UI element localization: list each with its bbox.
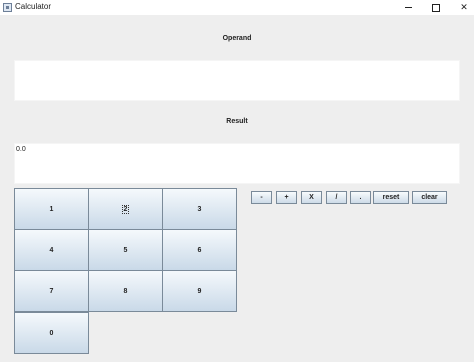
key-6-button[interactable]: 6 [162,229,237,271]
app-icon [3,3,12,12]
maximize-button[interactable] [422,0,450,15]
operand-label: Operand [222,35,252,42]
key-2-label: 2 [121,204,130,214]
key-8-button[interactable]: 8 [88,270,163,312]
key-2-button[interactable]: 2 [88,188,163,230]
key-1-label: 1 [49,205,54,213]
result-field[interactable]: 0.0 [14,143,460,184]
key-3-button[interactable]: 3 [162,188,237,230]
key-0-label: 0 [49,329,54,337]
minus-button[interactable]: - [251,191,272,204]
decimal-button[interactable]: . [350,191,371,204]
key-9-button[interactable]: 9 [162,270,237,312]
key-5-label: 5 [123,246,128,254]
close-icon: ✕ [460,2,468,12]
close-button[interactable]: ✕ [450,0,474,15]
key-7-button[interactable]: 7 [14,270,89,312]
key-6-label: 6 [197,246,202,254]
clear-button[interactable]: clear [412,191,447,204]
result-label: Result [226,118,248,125]
key-1-button[interactable]: 1 [14,188,89,230]
multiply-button[interactable]: X [301,191,322,204]
reset-button[interactable]: reset [373,191,409,204]
minimize-icon [404,7,412,8]
key-3-label: 3 [197,205,202,213]
calculator-panel: Operand Result 0.0 1 2 3 4 5 6 7 8 9 0 -… [0,15,474,362]
key-9-label: 9 [197,287,202,295]
key-7-label: 7 [49,287,54,295]
key-0-button[interactable]: 0 [14,312,89,354]
plus-button[interactable]: + [276,191,297,204]
key-8-label: 8 [123,287,128,295]
key-5-button[interactable]: 5 [88,229,163,271]
minimize-button[interactable] [394,0,422,15]
maximize-icon [432,3,440,12]
key-4-button[interactable]: 4 [14,229,89,271]
key-4-label: 4 [49,246,54,254]
title-bar: Calculator ✕ [0,0,474,15]
window-title: Calculator [15,2,52,11]
divide-button[interactable]: / [326,191,347,204]
operand-field[interactable] [14,60,460,101]
